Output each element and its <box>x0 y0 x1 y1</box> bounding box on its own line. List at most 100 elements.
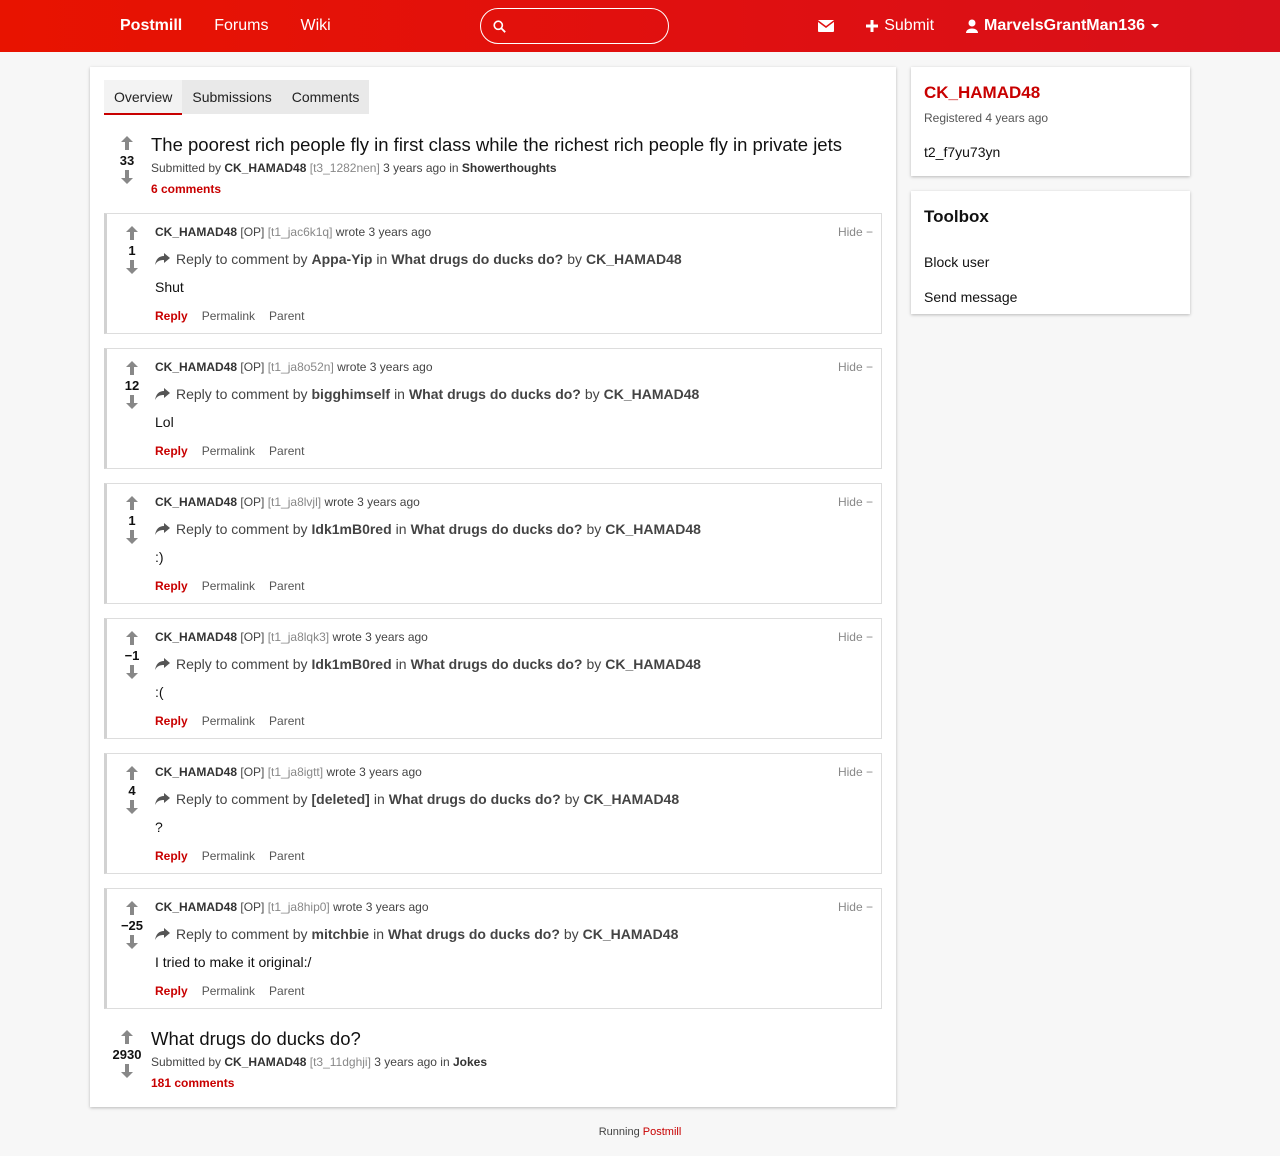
downvote-arrow-icon[interactable] <box>119 260 145 276</box>
hide-comment-link[interactable]: Hide − <box>838 900 873 914</box>
reply-button[interactable]: Reply <box>155 309 188 323</box>
reply-arrow-icon <box>155 253 170 265</box>
parent-author-link[interactable]: Idk1mB0red <box>312 521 392 537</box>
tab-overview[interactable]: Overview <box>104 80 183 115</box>
upvote-arrow-icon[interactable] <box>119 226 145 242</box>
hide-comment-link[interactable]: Hide − <box>838 495 873 509</box>
submission-comments-link[interactable]: 6 comments <box>151 182 221 196</box>
block-user-link[interactable]: Block user <box>924 254 989 270</box>
comment-item: −1 CK_HAMAD48 [OP] [t1_ja8lqk3] wrote 3 … <box>104 618 882 739</box>
reply-button[interactable]: Reply <box>155 984 188 998</box>
submission-comments-link[interactable]: 181 comments <box>151 1076 234 1090</box>
reply-button[interactable]: Reply <box>155 849 188 863</box>
permalink-link[interactable]: Permalink <box>202 714 255 728</box>
parent-link[interactable]: Parent <box>269 579 304 593</box>
reply-to-label: Reply to comment by <box>176 656 308 672</box>
downvote-arrow-icon[interactable] <box>119 665 145 681</box>
post-author-link[interactable]: CK_HAMAD48 <box>605 521 701 537</box>
permalink-link[interactable]: Permalink <box>202 309 255 323</box>
permalink-link[interactable]: Permalink <box>202 849 255 863</box>
submission-author-link[interactable]: CK_HAMAD48 <box>224 161 306 175</box>
submission-forum-link[interactable]: Jokes <box>453 1055 487 1069</box>
post-title-link[interactable]: What drugs do ducks do? <box>409 386 581 402</box>
comment-author-link[interactable]: CK_HAMAD48 <box>155 360 237 374</box>
reply-button[interactable]: Reply <box>155 444 188 458</box>
post-title-link[interactable]: What drugs do ducks do? <box>411 521 583 537</box>
vote-widget: 33 <box>104 136 150 186</box>
reply-context: Reply to comment by Idk1mB0red in What d… <box>155 521 705 537</box>
upvote-arrow-icon[interactable] <box>119 631 145 647</box>
comment-author-link[interactable]: CK_HAMAD48 <box>155 630 237 644</box>
post-author-link[interactable]: CK_HAMAD48 <box>604 386 700 402</box>
messages-link[interactable] <box>818 20 835 32</box>
reply-button[interactable]: Reply <box>155 579 188 593</box>
comment-author-link[interactable]: CK_HAMAD48 <box>155 225 237 239</box>
parent-link[interactable]: Parent <box>269 849 304 863</box>
hide-comment-link[interactable]: Hide − <box>838 765 873 779</box>
downvote-arrow-icon[interactable] <box>104 170 150 186</box>
parent-author-link[interactable]: Idk1mB0red <box>312 656 392 672</box>
user-menu[interactable]: MarvelsGrantMan136 <box>966 17 1160 35</box>
search-input[interactable] <box>514 18 664 34</box>
comment-author-link[interactable]: CK_HAMAD48 <box>155 495 237 509</box>
permalink-link[interactable]: Permalink <box>202 984 255 998</box>
tab-submissions[interactable]: Submissions <box>182 80 281 114</box>
parent-link[interactable]: Parent <box>269 444 304 458</box>
permalink-link[interactable]: Permalink <box>202 444 255 458</box>
parent-author-link[interactable]: Appa-Yip <box>312 251 373 267</box>
by-label: by <box>564 791 580 807</box>
footer-postmill-link[interactable]: Postmill <box>643 1126 682 1138</box>
downvote-arrow-icon[interactable] <box>119 935 145 951</box>
parent-author-link[interactable]: bigghimself <box>312 386 391 402</box>
hide-comment-link[interactable]: Hide − <box>838 630 873 644</box>
downvote-arrow-icon[interactable] <box>104 1064 150 1080</box>
submission-when: 3 years ago in <box>374 1055 450 1069</box>
downvote-arrow-icon[interactable] <box>119 800 145 816</box>
downvote-arrow-icon[interactable] <box>119 395 145 411</box>
parent-link[interactable]: Parent <box>269 309 304 323</box>
post-title-link[interactable]: What drugs do ducks do? <box>388 926 560 942</box>
hide-comment-link[interactable]: Hide − <box>838 225 873 239</box>
comment-author-link[interactable]: CK_HAMAD48 <box>155 900 237 914</box>
send-message-link[interactable]: Send message <box>924 289 1017 305</box>
submission-title[interactable]: What drugs do ducks do? <box>151 1028 361 1050</box>
upvote-arrow-icon[interactable] <box>119 766 145 782</box>
parent-author-link[interactable]: mitchbie <box>312 926 370 942</box>
comment-author-link[interactable]: CK_HAMAD48 <box>155 765 237 779</box>
tab-comments[interactable]: Comments <box>282 80 370 114</box>
hide-comment-link[interactable]: Hide − <box>838 360 873 374</box>
brand-link[interactable]: Postmill <box>120 17 182 35</box>
parent-link[interactable]: Parent <box>269 714 304 728</box>
post-title-link[interactable]: What drugs do ducks do? <box>391 251 563 267</box>
nav-wiki-link[interactable]: Wiki <box>300 17 330 35</box>
downvote-arrow-icon[interactable] <box>119 530 145 546</box>
reply-button[interactable]: Reply <box>155 714 188 728</box>
nav-forums-link[interactable]: Forums <box>214 17 268 35</box>
comment-header: CK_HAMAD48 [OP] [t1_ja8lqk3] wrote 3 yea… <box>155 630 428 644</box>
post-author-link[interactable]: CK_HAMAD48 <box>583 926 679 942</box>
post-author-link[interactable]: CK_HAMAD48 <box>586 251 682 267</box>
post-author-link[interactable]: CK_HAMAD48 <box>583 791 679 807</box>
comment-actions: Reply Permalink Parent <box>155 714 304 728</box>
submission-meta: Submitted by CK_HAMAD48 [t3_11dghji] 3 y… <box>151 1055 487 1069</box>
upvote-arrow-icon[interactable] <box>119 901 145 917</box>
comment-vote-widget: 4 <box>119 766 145 816</box>
upvote-arrow-icon[interactable] <box>119 361 145 377</box>
upvote-arrow-icon[interactable] <box>104 1030 150 1046</box>
submission-author-link[interactable]: CK_HAMAD48 <box>224 1055 306 1069</box>
submit-link[interactable]: Submit <box>866 17 934 35</box>
upvote-arrow-icon[interactable] <box>119 496 145 512</box>
profile-username[interactable]: CK_HAMAD48 <box>924 83 1040 103</box>
comment-vote-widget: −25 <box>119 901 145 951</box>
parent-author-link[interactable]: [deleted] <box>312 791 370 807</box>
post-title-link[interactable]: What drugs do ducks do? <box>389 791 561 807</box>
comment-body: I tried to make it original:/ <box>155 954 312 970</box>
post-title-link[interactable]: What drugs do ducks do? <box>411 656 583 672</box>
parent-link[interactable]: Parent <box>269 984 304 998</box>
post-author-link[interactable]: CK_HAMAD48 <box>605 656 701 672</box>
permalink-link[interactable]: Permalink <box>202 579 255 593</box>
search-box[interactable] <box>480 8 669 44</box>
submission-forum-link[interactable]: Showerthoughts <box>462 161 557 175</box>
upvote-arrow-icon[interactable] <box>104 136 150 152</box>
submission-title[interactable]: The poorest rich people fly in first cla… <box>151 134 842 156</box>
